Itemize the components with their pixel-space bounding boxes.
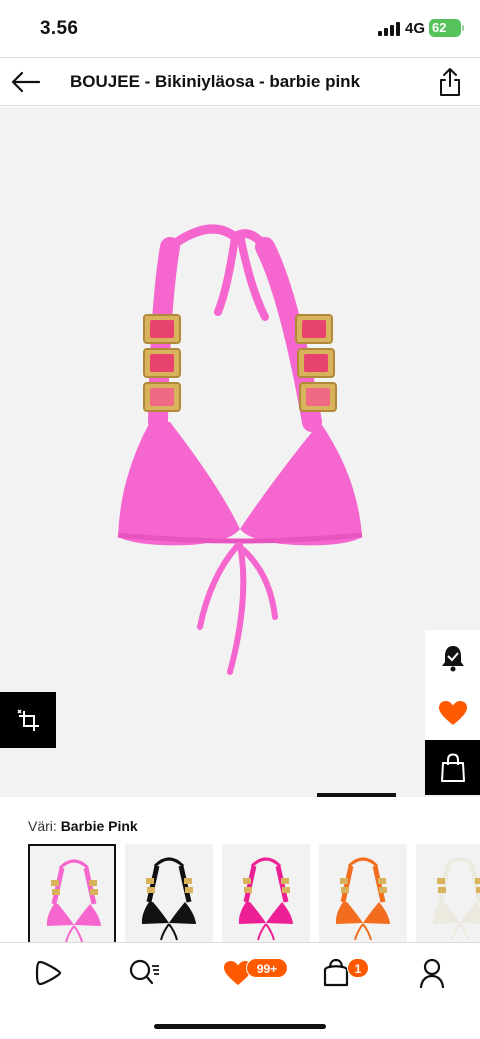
color-swatch[interactable] [222, 844, 310, 944]
color-swatch[interactable] [28, 844, 116, 944]
zoom-button[interactable] [0, 692, 56, 748]
selected-color-name: Barbie Pink [60, 818, 138, 834]
back-button[interactable] [8, 64, 44, 100]
tab-home[interactable] [28, 955, 68, 991]
share-icon [440, 68, 460, 96]
gallery-scroll-indicator [317, 793, 396, 797]
wishlist-count-badge: 99+ [246, 958, 288, 978]
gem-ornaments-right [295, 314, 337, 412]
tab-account[interactable] [412, 955, 452, 991]
network-label: 4G [405, 20, 426, 37]
bag-icon [323, 958, 349, 987]
tab-search[interactable] [124, 955, 164, 991]
bag-icon [440, 752, 465, 782]
swatch-thumbnail [141, 857, 196, 941]
battery-level: 62 [432, 20, 447, 35]
page-title: BOUJEE - Bikiniyläosa - barbie pink [70, 72, 361, 91]
color-label: Väri: Barbie Pink [28, 818, 138, 834]
wishlist-button[interactable] [425, 685, 480, 740]
share-button[interactable] [434, 64, 466, 100]
product-image-gallery[interactable] [0, 107, 480, 797]
bottom-tab-bar: 99+ 1 [0, 942, 480, 1039]
color-swatch[interactable] [319, 844, 407, 944]
bell-check-icon [441, 645, 464, 671]
color-label-prefix: Väri: [28, 818, 57, 834]
signal-icon [378, 22, 400, 36]
status-time: 3.56 [40, 18, 79, 39]
product-image [117, 224, 363, 675]
crop-icon [17, 709, 39, 731]
color-swatch-row [28, 844, 480, 944]
status-bar: 3.56 4G 62 [0, 0, 480, 57]
battery-icon: 62 [429, 19, 464, 37]
gem-ornaments-left [143, 314, 181, 412]
swatch-thumbnail [432, 857, 480, 941]
heart-icon [438, 700, 467, 725]
notify-button[interactable] [425, 630, 480, 685]
bag-count-badge: 1 [347, 958, 369, 978]
swatch-thumbnail [46, 859, 101, 942]
color-swatch[interactable] [125, 844, 213, 944]
color-swatch[interactable] [416, 844, 480, 944]
add-to-bag-button[interactable] [425, 740, 480, 795]
swatch-thumbnail [238, 857, 293, 941]
profile-icon [419, 958, 445, 988]
side-actions [425, 630, 480, 795]
swatch-thumbnail [335, 857, 390, 941]
arrow-left-icon [11, 71, 41, 93]
play-icon [35, 960, 62, 986]
home-indicator [154, 1024, 326, 1029]
nav-bar: BOUJEE - Bikiniyläosa - barbie pink [0, 57, 480, 106]
search-icon [129, 959, 159, 985]
